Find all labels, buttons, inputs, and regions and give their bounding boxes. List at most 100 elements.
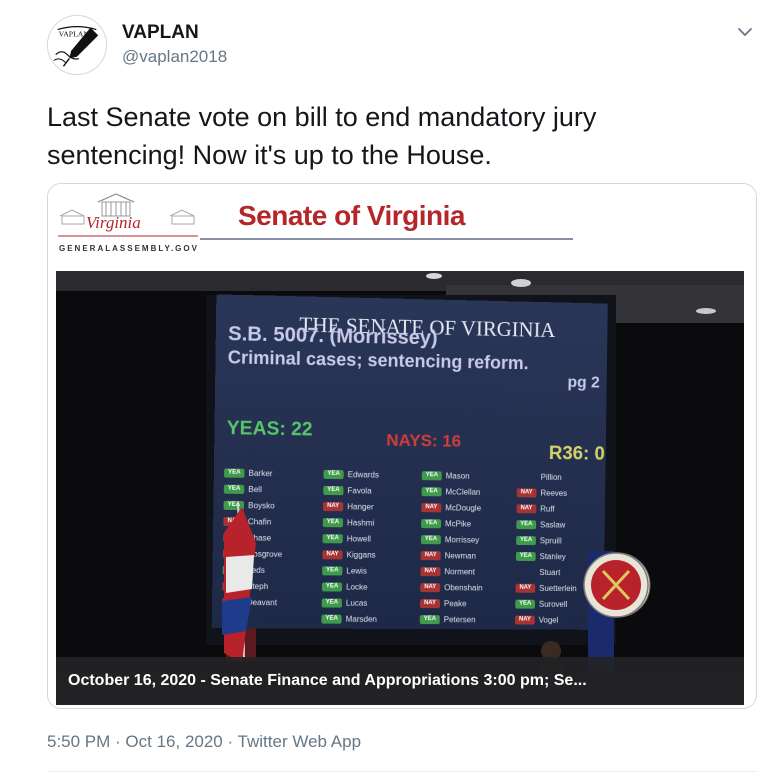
- vote-tag: YEA: [515, 599, 536, 609]
- vote-row: YEA Barker: [224, 464, 322, 481]
- vote-tag: [516, 567, 536, 576]
- senator-name: Chafin: [247, 516, 272, 527]
- vote-row: NAY McDougle: [421, 499, 516, 516]
- vote-tag: YEA: [222, 564, 244, 575]
- vote-row: YEA Boysko: [223, 497, 322, 514]
- video-caption: October 16, 2020 - Senate Finance and Ap…: [68, 672, 587, 689]
- vote-tag: YEA: [321, 614, 342, 624]
- senator-name: Lucas: [345, 598, 368, 608]
- vote-column: Pillion NAY Reeves NAY Ruff YEA Saslaw YEA Sprui…: [514, 468, 611, 628]
- senator-name: Hashmi: [346, 517, 375, 528]
- vote-tag: NAY: [223, 532, 244, 542]
- vote-tag: NAY: [222, 597, 243, 607]
- vote-row: NAY Chafin: [223, 513, 321, 530]
- vote-tag: YEA: [223, 500, 245, 510]
- vote-tag: YEA: [322, 565, 343, 575]
- vote-board: THE SENATE OF VIRGINIA S.B. 5007. (Morri…: [211, 294, 611, 630]
- tweet-timestamp[interactable]: 5:50 PM · Oct 16, 2020 · Twitter Web App: [47, 732, 361, 752]
- senator-name: Deavant: [246, 597, 278, 607]
- vote-tag: NAY: [515, 583, 536, 593]
- vote-row: YEA Mason: [421, 467, 517, 484]
- vote-tag: YEA: [421, 518, 442, 528]
- vote-row: [222, 610, 320, 627]
- display-name[interactable]: VAPLAN: [122, 22, 199, 44]
- board-bill: S.B. 5007. (Morrissey): [227, 322, 438, 350]
- vote-row: YEA Morrissey: [420, 531, 516, 548]
- video-caption-bar[interactable]: October 16, 2020 - Senate Finance and Ap…: [56, 657, 744, 705]
- vote-tag: YEA: [224, 467, 245, 478]
- senator-name: Steph: [246, 581, 269, 591]
- senator-name: Saslaw: [539, 519, 566, 530]
- board-page: pg 2: [567, 374, 600, 392]
- senator-name: Bell: [248, 484, 262, 494]
- avatar[interactable]: VAPLAN: [47, 15, 107, 75]
- vote-tag: YEA: [421, 470, 442, 480]
- handle[interactable]: @vaplan2018: [122, 47, 227, 67]
- video-banner: Virginia GENERALASSEMBLY.GOV Senate of V…: [48, 184, 756, 272]
- divider: [47, 771, 757, 772]
- vote-tag: YEA: [516, 535, 536, 545]
- vote-row: NAY Vogel: [514, 612, 609, 628]
- vote-tag: YEA: [223, 484, 245, 494]
- senator-name: Obenshain: [444, 582, 483, 592]
- banner-logo-text: Virginia: [86, 213, 141, 232]
- senator-name: Kiggans: [346, 549, 376, 560]
- vote-tag: NAY: [516, 487, 537, 498]
- vote-tag: YEA: [421, 486, 442, 496]
- vote-row: YEA Howell: [322, 530, 420, 547]
- video-player[interactable]: THE SENATE OF VIRGINIA S.B. 5007. (Morri…: [56, 271, 744, 705]
- vote-column: YEA Mason YEA McClellan NAY McDougle YEA McPike…: [419, 467, 517, 627]
- vote-row: NAY Hanger: [323, 498, 420, 515]
- vote-row: NAY Deavant: [222, 594, 320, 611]
- vote-tag: NAY: [420, 582, 441, 592]
- chevron-down-icon[interactable]: [735, 22, 755, 42]
- media-card[interactable]: Virginia GENERALASSEMBLY.GOV Senate of V…: [47, 183, 757, 709]
- vote-row: YEA McPike: [421, 515, 516, 532]
- vote-row: YEA Surovell: [515, 596, 609, 612]
- vote-row: YEA Marsden: [321, 611, 418, 628]
- vote-tag: YEA: [321, 581, 343, 592]
- senator-name: Marsden: [345, 614, 378, 624]
- vote-tag: NAY: [421, 502, 442, 512]
- vote-row: NAY Newman: [420, 547, 516, 564]
- senator-name: Howell: [346, 533, 371, 544]
- yeas-count: YEAS: 22: [226, 417, 313, 441]
- vote-column: YEA Barker YEA Bell YEA Boysko NAY Chafin NAY Cha…: [222, 464, 322, 626]
- senator-name: Lewis: [346, 565, 367, 576]
- vote-row: Pillion: [517, 468, 611, 485]
- vote-row: NAY Steph: [222, 578, 320, 595]
- senator-name: Cosgrove: [247, 549, 283, 559]
- vote-tag: YEA: [322, 533, 343, 543]
- vote-tag: NAY: [222, 548, 244, 559]
- vote-row: NAY Suetterlein: [515, 580, 609, 597]
- senator-name: Locke: [346, 582, 368, 592]
- vote-tag: NAY: [223, 516, 244, 526]
- vote-row: NAY Cosgrove: [222, 545, 321, 562]
- vote-tag: YEA: [321, 597, 342, 608]
- vote-tag: YEA: [323, 485, 344, 495]
- senator-name: Suetterlein: [539, 583, 577, 593]
- senator-name: Hanger: [347, 501, 374, 512]
- vote-row: YEA Lewis: [322, 562, 419, 579]
- tweet-text-line: sentencing! Now it's up to the House.: [47, 140, 492, 170]
- vote-tag: NAY: [322, 549, 343, 559]
- vote-row: YEA Hashmi: [322, 514, 420, 531]
- senator-name: Stuart: [539, 567, 561, 577]
- vote-column: YEA Edwards YEA Favola NAY Hanger YEA Hashmi YEA…: [321, 466, 420, 627]
- vote-tag: NAY: [420, 566, 441, 576]
- vote-row: YEA Bell: [223, 481, 322, 498]
- senator-name: Newman: [444, 550, 477, 561]
- vote-row: NAY Reeves: [516, 484, 611, 501]
- vote-row: NAY Peake: [419, 595, 515, 612]
- rule36-count: R36: 0: [548, 443, 605, 465]
- vote-tag: YEA: [322, 517, 344, 527]
- vote-tag: NAY: [420, 550, 441, 560]
- vote-row: YEA eeds: [222, 561, 321, 578]
- senator-name: Boysko: [248, 500, 275, 510]
- board-subject: Criminal cases; sentencing reform.: [227, 347, 529, 374]
- banner-rule: [200, 238, 573, 240]
- vote-row: NAY Chase: [223, 529, 321, 546]
- senator-name: Petersen: [443, 614, 476, 624]
- vote-row: YEA Saslaw: [516, 516, 610, 533]
- senator-name: Ruff: [540, 504, 555, 514]
